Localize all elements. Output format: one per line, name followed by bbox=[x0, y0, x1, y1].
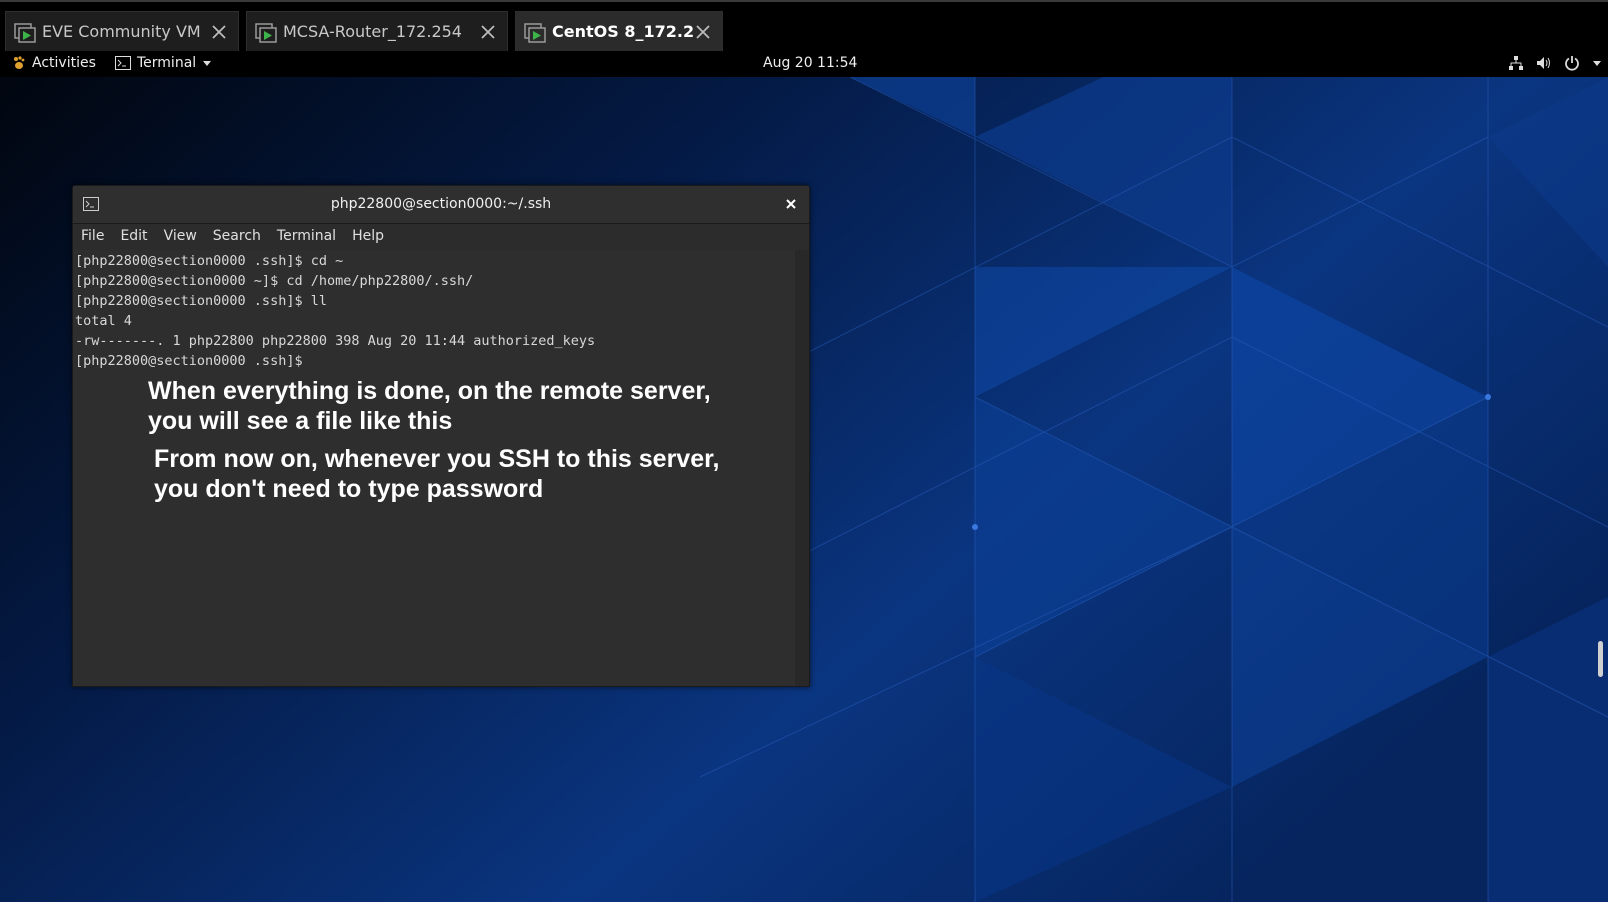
tab-centos-8[interactable]: CentOS 8_172.2 bbox=[515, 11, 723, 51]
terminal-output[interactable]: [php22800@section0000 .ssh]$ cd ~ [php22… bbox=[73, 250, 795, 686]
terminal-line: total 4 bbox=[75, 313, 132, 329]
activities-label: Activities bbox=[32, 55, 96, 71]
annotation-note-1: When everything is done, on the remote s… bbox=[148, 376, 711, 436]
close-icon[interactable] bbox=[783, 196, 799, 212]
tab-label: MCSA-Router_172.254 bbox=[283, 22, 462, 41]
app-menu-label: Terminal bbox=[137, 55, 197, 71]
tab-label: EVE Community VM bbox=[42, 22, 201, 41]
terminal-window[interactable]: php22800@section0000:~/.ssh File Edit Vi… bbox=[72, 185, 810, 687]
annotation-note-2-line-2: you don't need to type password bbox=[154, 475, 544, 503]
tab-mcsa-router[interactable]: MCSA-Router_172.254 bbox=[246, 11, 508, 51]
scrollbar[interactable] bbox=[795, 250, 809, 686]
menu-view[interactable]: View bbox=[156, 224, 205, 250]
terminal-line: [php22800@section0000 .ssh]$ ll bbox=[75, 293, 327, 309]
terminal-line: [php22800@section0000 .ssh]$ cd ~ bbox=[75, 253, 344, 269]
window-titlebar[interactable]: php22800@section0000:~/.ssh bbox=[73, 186, 809, 224]
menu-terminal[interactable]: Terminal bbox=[269, 224, 344, 250]
gnome-top-bar: Activities Terminal Aug 20 11:54 bbox=[0, 52, 1608, 77]
menu-search[interactable]: Search bbox=[205, 224, 269, 250]
annotation-note-2: From now on, whenever you SSH to this se… bbox=[154, 444, 719, 504]
terminal-prompt-line: [php22800@section0000 .ssh]$ bbox=[75, 353, 303, 369]
activities-button[interactable]: Activities bbox=[12, 55, 96, 71]
tab-eve-community-vm[interactable]: EVE Community VM bbox=[5, 11, 239, 51]
volume-icon bbox=[1537, 57, 1550, 69]
chevron-down-icon bbox=[1593, 61, 1601, 66]
window-title: php22800@section0000:~/.ssh bbox=[330, 196, 552, 212]
close-icon[interactable] bbox=[694, 23, 712, 41]
menu-file[interactable]: File bbox=[73, 224, 112, 250]
annotation-note-1-line-2: you will see a file like this bbox=[148, 407, 453, 435]
terminal-line: -rw-------. 1 php22800 php22800 398 Aug … bbox=[75, 333, 596, 349]
vm-console-icon bbox=[14, 22, 36, 43]
annotation-note-1-line-1: When everything is done, on the remote s… bbox=[148, 377, 711, 405]
vm-console-icon bbox=[255, 22, 277, 43]
chevron-down-icon bbox=[203, 61, 212, 66]
close-icon[interactable] bbox=[479, 23, 497, 41]
annotation-note-2-line-1: From now on, whenever you SSH to this se… bbox=[154, 445, 720, 473]
scrollbar-thumb[interactable] bbox=[1598, 641, 1603, 677]
vm-console-icon bbox=[524, 22, 546, 43]
power-icon bbox=[1565, 56, 1579, 71]
menu-edit[interactable]: Edit bbox=[112, 224, 155, 250]
terminal-menubar: File Edit View Search Terminal Help bbox=[73, 224, 809, 250]
vm-tab-strip: EVE Community VM MCSA-Router_172.254 Cen… bbox=[0, 0, 1608, 52]
gnome-foot-icon bbox=[14, 56, 25, 69]
clock[interactable]: Aug 20 11:54 bbox=[763, 55, 857, 71]
terminal-icon bbox=[115, 56, 131, 70]
tab-label: CentOS 8_172.2 bbox=[552, 22, 694, 41]
app-menu-terminal[interactable]: Terminal bbox=[115, 55, 212, 71]
system-tray[interactable] bbox=[1508, 55, 1602, 71]
close-icon[interactable] bbox=[210, 23, 228, 41]
network-icon bbox=[1509, 56, 1523, 70]
menu-help[interactable]: Help bbox=[344, 224, 392, 250]
terminal-line: [php22800@section0000 ~]$ cd /home/php22… bbox=[75, 273, 474, 289]
